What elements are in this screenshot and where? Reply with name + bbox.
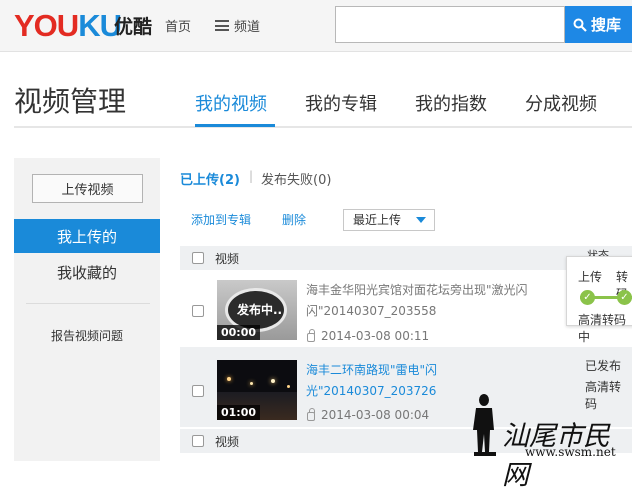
page-title: 视频管理 xyxy=(14,85,127,118)
table-header xyxy=(180,246,632,270)
nav-channels-link[interactable]: 频道 xyxy=(215,16,260,35)
footer-video-label: 视频 xyxy=(215,435,240,449)
logo-text-you: YOU xyxy=(14,8,79,43)
sidebar xyxy=(14,158,160,461)
lock-icon xyxy=(307,407,315,421)
subtab-uploaded[interactable]: 已上传(2) xyxy=(180,169,240,188)
upload-video-button[interactable]: 上传视频 xyxy=(32,174,143,203)
tab-revenue-videos[interactable]: 分成视频 xyxy=(525,90,597,116)
video-title[interactable]: 海丰金华阳光宾馆对面花坛旁出现"激光闪闪"20140307_203558 xyxy=(306,280,536,322)
sort-dropdown[interactable]: 最近上传 xyxy=(343,209,435,231)
video-thumbnail[interactable]: 发布中.. 00:00 xyxy=(217,280,297,340)
add-to-album-button[interactable]: 添加到专辑 xyxy=(191,211,251,228)
lock-icon xyxy=(307,328,315,342)
popup-status-text: 高清转码中 xyxy=(578,313,627,344)
report-video-issue-link[interactable]: 报告视频问题 xyxy=(14,327,160,344)
video-thumbnail[interactable]: 01:00 xyxy=(217,360,297,420)
logo-cn-text: 优酷 xyxy=(114,16,153,38)
menu-icon xyxy=(215,20,229,31)
active-tab-indicator xyxy=(195,124,275,127)
youku-logo[interactable]: YOUKU xyxy=(14,8,122,43)
video-duration: 01:00 xyxy=(217,405,261,420)
sidebar-divider xyxy=(26,303,150,304)
status-published: 已发布 xyxy=(585,359,622,373)
step-upload-label: 上传 xyxy=(578,270,603,284)
tab-my-albums[interactable]: 我的专辑 xyxy=(305,90,377,116)
row-checkbox[interactable] xyxy=(192,385,204,397)
delete-button[interactable]: 删除 xyxy=(282,211,306,228)
video-date: 2014-03-08 00:11 xyxy=(321,329,430,343)
watermark-url: www.swsm.net xyxy=(525,445,616,459)
row-checkbox[interactable] xyxy=(192,305,204,317)
tab-divider xyxy=(14,126,632,128)
tab-my-videos[interactable]: 我的视频 xyxy=(195,90,267,116)
video-date-row: 2014-03-08 00:11 xyxy=(307,328,430,343)
search-button-label: 搜库 xyxy=(591,16,622,34)
video-duration: 00:00 xyxy=(217,325,261,340)
publishing-overlay: 发布中.. xyxy=(237,303,283,317)
search-icon xyxy=(573,18,587,32)
select-all-checkbox-bottom[interactable] xyxy=(192,435,204,447)
tab-my-index[interactable]: 我的指数 xyxy=(415,90,487,116)
subtab-failed[interactable]: 发布失败(0) xyxy=(261,169,331,188)
subtab-separator: | xyxy=(249,169,254,183)
check-icon: ✓ xyxy=(617,290,632,305)
video-date-row: 2014-03-08 00:04 xyxy=(307,407,430,422)
video-date: 2014-03-08 00:04 xyxy=(321,408,430,422)
nav-home-link[interactable]: 首页 xyxy=(165,16,191,35)
nav-channels-label: 频道 xyxy=(234,20,261,35)
search-button[interactable]: 搜库 xyxy=(565,6,632,43)
select-all-checkbox[interactable] xyxy=(192,252,204,264)
sort-selected-value: 最近上传 xyxy=(353,213,402,227)
header-video-label: 视频 xyxy=(215,252,240,266)
sidebar-item-my-uploads[interactable]: 我上传的 xyxy=(14,219,160,253)
check-icon: ✓ xyxy=(580,290,595,305)
chevron-down-icon xyxy=(416,217,426,223)
search-input[interactable] xyxy=(335,6,565,43)
sidebar-item-my-favorites[interactable]: 我收藏的 xyxy=(14,262,160,283)
